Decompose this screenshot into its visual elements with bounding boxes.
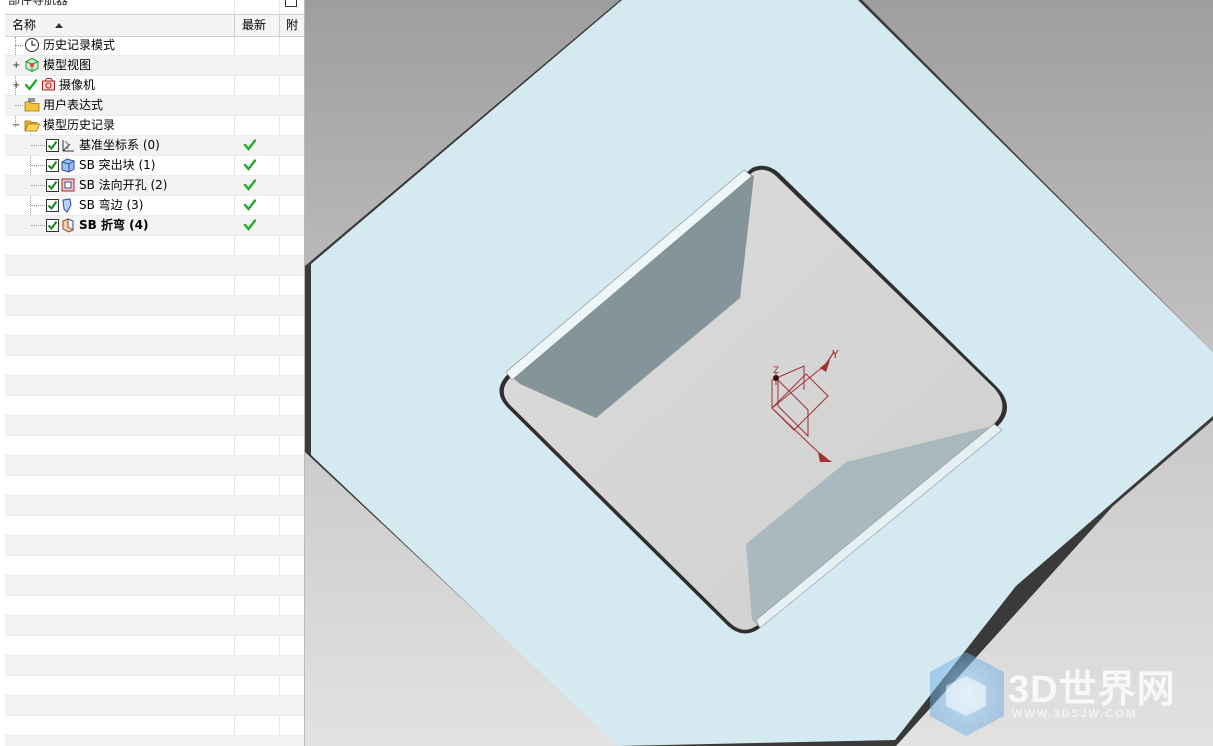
visibility-checkbox[interactable] — [46, 199, 59, 212]
tree-node-normal-cutout[interactable]: SB 法向开孔 (2) — [5, 176, 304, 196]
latest-check-icon — [243, 179, 257, 191]
latest-check-icon — [243, 199, 257, 211]
column-attach[interactable]: 附 — [286, 15, 298, 36]
tree-line — [31, 145, 45, 146]
expand-icon[interactable]: + — [12, 61, 20, 71]
tab-icon — [61, 158, 75, 173]
empty-row — [5, 336, 304, 356]
empty-row — [5, 596, 304, 616]
tree-line — [15, 105, 23, 106]
latest-check-icon — [243, 159, 257, 171]
z-axis-label: Z — [773, 366, 779, 376]
model-view-icon — [25, 57, 39, 73]
empty-row — [5, 696, 304, 716]
column-latest[interactable]: 最新 — [242, 15, 266, 36]
sort-ascending-icon — [55, 23, 63, 28]
graphics-viewport[interactable]: Y Z — [305, 0, 1213, 746]
tree-node-user-expressions[interactable]: 用户表达式 — [5, 96, 304, 116]
tree-node-label: 基准坐标系 (0) — [79, 138, 160, 152]
tree-line — [31, 225, 45, 226]
y-axis-label: Y — [831, 348, 839, 361]
empty-row — [5, 676, 304, 696]
tree-node-label: 用户表达式 — [43, 98, 104, 112]
tree-node-history-mode[interactable]: 历史记录模式 — [5, 36, 304, 56]
tree-line — [31, 205, 45, 206]
tree-node-label: 模型历史记录 — [43, 118, 116, 132]
check-green-icon — [24, 79, 38, 91]
empty-row — [5, 576, 304, 596]
visibility-checkbox[interactable] — [46, 139, 59, 152]
navigator-title: 部件导航器 — [8, 0, 69, 7]
camera-icon — [42, 78, 55, 91]
datum-csys-icon — [62, 140, 74, 152]
empty-row — [5, 556, 304, 576]
maximize-icon[interactable] — [285, 0, 297, 7]
tree-node-label: 模型视图 — [43, 58, 92, 72]
empty-row — [5, 296, 304, 316]
tree-node-model-history[interactable]: − 模型历史记录 — [5, 116, 304, 136]
empty-row — [5, 516, 304, 536]
tree-node-tab[interactable]: SB 突出块 (1) — [5, 156, 304, 176]
empty-row — [5, 616, 304, 636]
visibility-checkbox[interactable] — [46, 219, 59, 232]
empty-row — [5, 636, 304, 656]
clock-icon — [25, 38, 39, 52]
empty-row — [5, 316, 304, 336]
part-navigator-panel: 部件导航器 名称 最新 附 历史记录模式 + 模型视图 + 摄像机 用户表达式 … — [0, 0, 305, 746]
watermark-text: 3D世界网 — [1008, 669, 1176, 711]
empty-row — [5, 456, 304, 476]
empty-row — [5, 536, 304, 556]
tree-node-label: 历史记录模式 — [43, 38, 116, 52]
tree-node-label: SB 折弯 (4) — [79, 218, 149, 232]
column-name[interactable]: 名称 — [12, 15, 36, 36]
tree-node-label: SB 突出块 (1) — [79, 158, 156, 172]
visibility-checkbox[interactable] — [46, 159, 59, 172]
bend-icon — [62, 218, 75, 233]
normal-cutout-icon — [61, 178, 75, 192]
tree-node-camera[interactable]: + 摄像机 — [5, 76, 304, 96]
tree-node-bend[interactable]: SB 折弯 (4) — [5, 216, 304, 236]
tree-line — [31, 165, 45, 166]
empty-row — [5, 436, 304, 456]
header-divider — [234, 15, 235, 36]
tree-node-label: SB 法向开孔 (2) — [79, 178, 168, 192]
empty-row — [5, 276, 304, 296]
folder-open-icon — [24, 120, 40, 132]
watermark-url: WWW.3DSJW.COM — [1012, 708, 1137, 720]
tree-node-datum-csys[interactable]: 基准坐标系 (0) — [5, 136, 304, 156]
column-header: 名称 最新 附 — [5, 14, 304, 37]
empty-row — [5, 656, 304, 676]
folder-expression-icon — [24, 98, 40, 112]
collapse-icon[interactable]: − — [12, 121, 20, 131]
tree-line — [31, 185, 45, 186]
empty-row — [5, 736, 304, 746]
tree-node-label: 摄像机 — [59, 78, 96, 92]
empty-row — [5, 496, 304, 516]
tree-node-flange[interactable]: SB 弯边 (3) — [5, 196, 304, 216]
empty-row — [5, 236, 304, 256]
latest-check-icon — [243, 219, 257, 231]
latest-check-icon — [243, 139, 257, 151]
tree-node-model-views[interactable]: + 模型视图 — [5, 56, 304, 76]
header-divider — [279, 15, 280, 36]
empty-row — [5, 396, 304, 416]
empty-row — [5, 476, 304, 496]
empty-row — [5, 376, 304, 396]
visibility-checkbox[interactable] — [46, 179, 59, 192]
empty-row — [5, 716, 304, 736]
tree-node-label: SB 弯边 (3) — [79, 198, 144, 212]
empty-row — [5, 416, 304, 436]
flange-icon — [62, 198, 72, 213]
tree-line — [15, 45, 23, 46]
expand-icon[interactable]: + — [12, 81, 20, 91]
empty-row — [5, 256, 304, 276]
empty-row — [5, 356, 304, 376]
